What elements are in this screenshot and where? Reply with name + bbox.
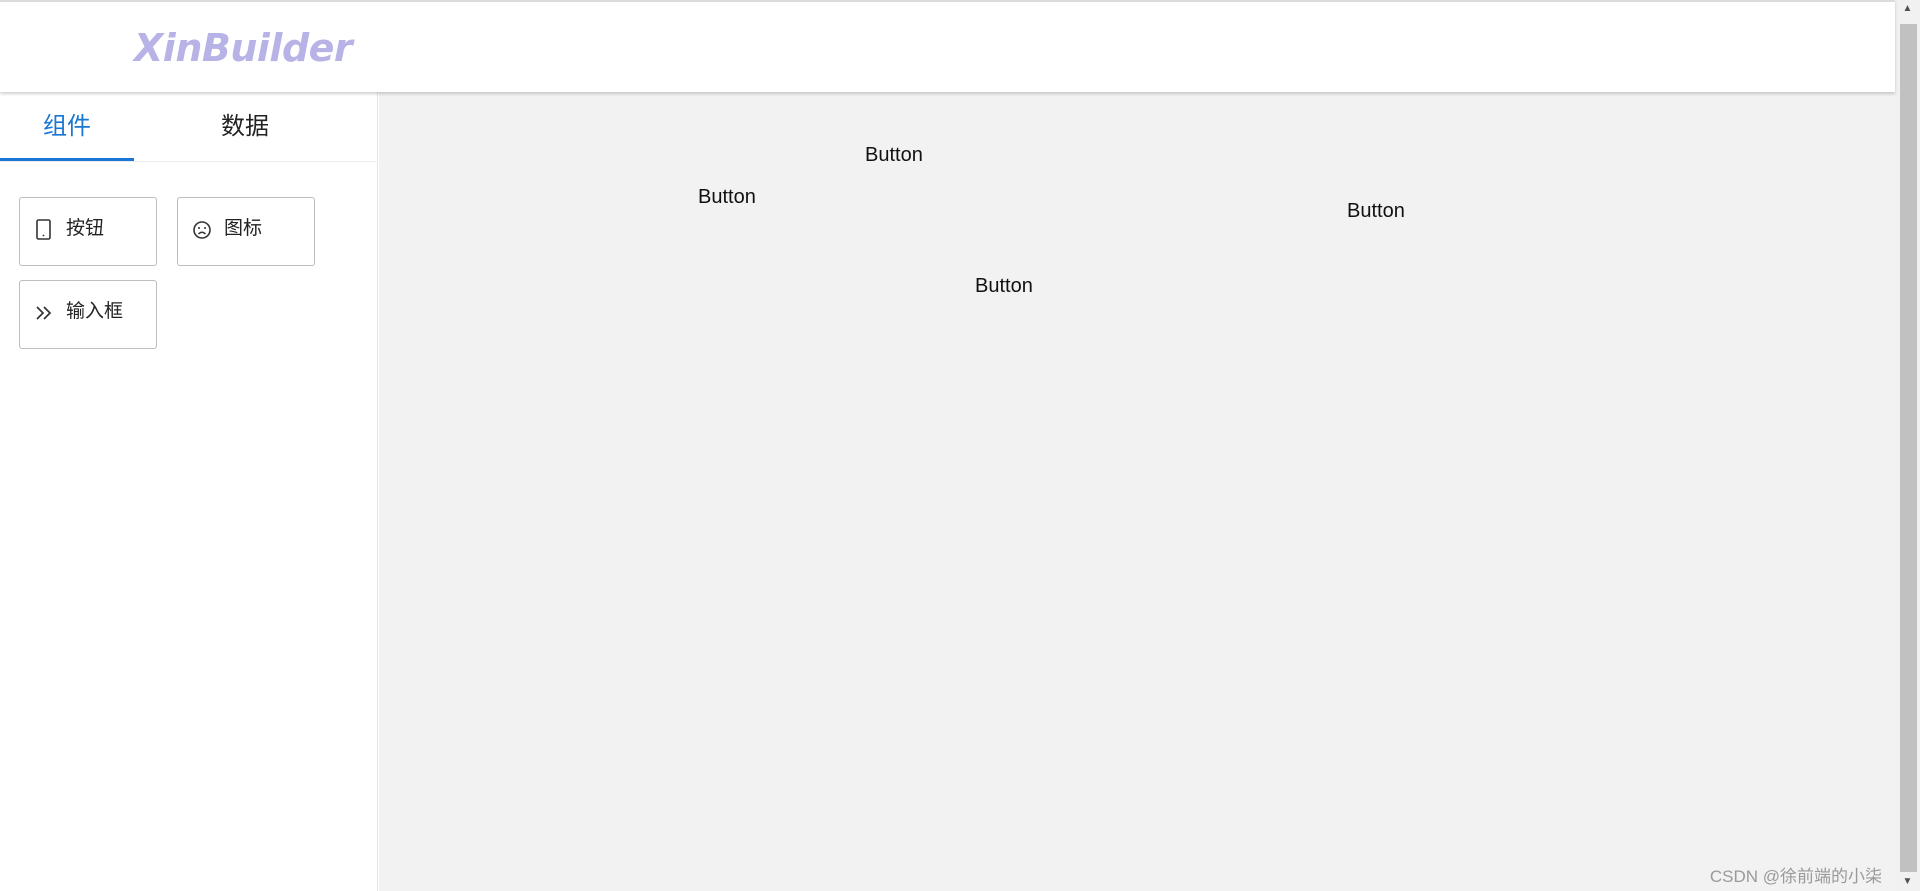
design-canvas[interactable]: Button Button Button Button	[379, 92, 1895, 891]
active-tab-indicator	[0, 158, 134, 161]
frown-icon	[193, 221, 211, 239]
scroll-down-arrow-icon[interactable]: ▼	[1895, 873, 1920, 891]
page-scrollbar[interactable]: ▲ ▼	[1895, 0, 1920, 891]
scroll-thumb[interactable]	[1900, 24, 1917, 872]
tab-data[interactable]: 数据	[178, 92, 312, 162]
component-label: 按钮	[66, 218, 105, 239]
component-label: 图标	[224, 218, 263, 239]
canvas-button[interactable]: Button	[698, 186, 756, 209]
sidebar-tabs: 组件 数据	[0, 92, 378, 162]
watermark: CSDN @徐前端的小柒	[1709, 867, 1882, 886]
tab-components[interactable]: 组件	[0, 92, 134, 162]
canvas-button[interactable]: Button	[975, 275, 1033, 298]
component-label: 输入框	[66, 301, 124, 322]
component-card-button[interactable]: 按钮	[19, 197, 157, 266]
app-window: XinBuilder 组件 数据 按钮 图标 输入框 Button Button…	[0, 0, 1895, 891]
component-card-icon[interactable]: 图标	[177, 197, 315, 266]
top-header: XinBuilder	[0, 0, 1895, 92]
canvas-button[interactable]: Button	[1347, 200, 1405, 223]
component-card-input[interactable]: 输入框	[19, 280, 157, 349]
tablet-icon	[36, 219, 51, 240]
app-logo: XinBuilder	[134, 26, 353, 70]
scroll-up-arrow-icon[interactable]: ▲	[1895, 0, 1920, 18]
component-sidebar: 组件 数据 按钮 图标 输入框	[0, 92, 378, 891]
canvas-button[interactable]: Button	[865, 144, 923, 167]
double-chevron-right-icon	[36, 306, 52, 320]
